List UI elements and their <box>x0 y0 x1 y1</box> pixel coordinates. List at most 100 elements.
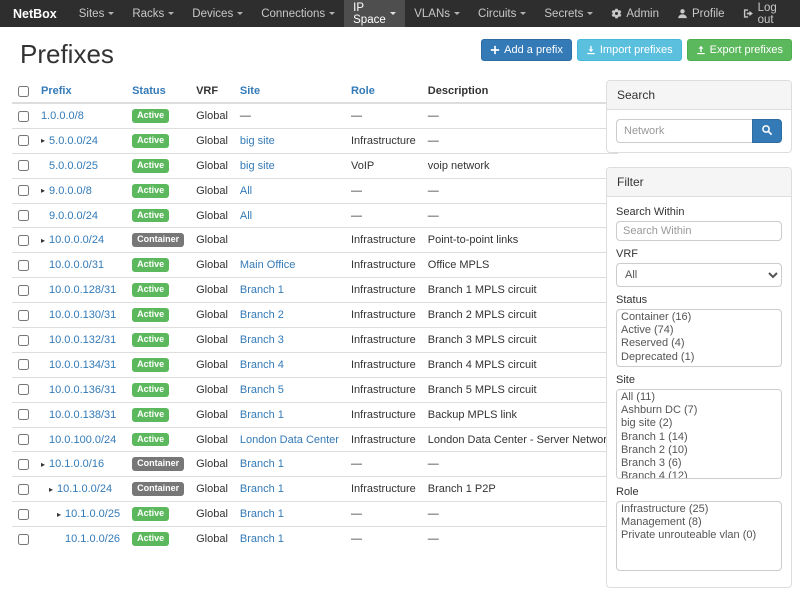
export-prefixes-button[interactable]: Export prefixes <box>687 39 792 61</box>
select-option[interactable]: Reserved (4) <box>618 337 780 350</box>
select-option[interactable]: Management (8) <box>618 516 780 529</box>
select-option[interactable]: All (11) <box>618 391 780 404</box>
site-link[interactable]: Branch 1 <box>240 409 284 421</box>
row-checkbox[interactable] <box>18 509 29 520</box>
site-link[interactable]: All <box>240 210 252 222</box>
nav-item-vlans[interactable]: VLANs <box>405 0 469 27</box>
site-link[interactable]: big site <box>240 160 275 172</box>
table-row: 10.0.0.128/31ActiveGlobalBranch 1Infrast… <box>12 278 618 303</box>
select-option[interactable]: Branch 1 (14) <box>618 431 780 444</box>
column-header-status[interactable]: Status <box>126 80 190 103</box>
nav-profile[interactable]: Profile <box>668 0 734 27</box>
site-link[interactable]: Branch 1 <box>240 458 284 470</box>
prefix-link[interactable]: 5.0.0.0/24 <box>49 135 98 147</box>
status-badge: Active <box>132 159 169 173</box>
site-link[interactable]: Branch 1 <box>240 483 284 495</box>
row-checkbox[interactable] <box>18 484 29 495</box>
prefix-link[interactable]: 10.1.0.0/24 <box>57 483 112 495</box>
select-option[interactable]: Ashburn DC (7) <box>618 404 780 417</box>
prefix-link[interactable]: 10.0.0.0/31 <box>49 259 104 271</box>
select-option[interactable]: Branch 3 (6) <box>618 457 780 470</box>
prefix-link[interactable]: 9.0.0.0/24 <box>49 210 98 222</box>
nav-logout[interactable]: Log out <box>734 0 800 27</box>
row-checkbox[interactable] <box>18 359 29 370</box>
select-option[interactable]: Branch 2 (10) <box>618 444 780 457</box>
vrf-select[interactable]: All <box>616 263 782 287</box>
prefix-link[interactable]: 5.0.0.0/25 <box>49 160 98 172</box>
column-header-role[interactable]: Role <box>345 80 422 103</box>
row-checkbox[interactable] <box>18 434 29 445</box>
site-link[interactable]: Branch 3 <box>240 334 284 346</box>
search-button[interactable] <box>752 119 782 143</box>
chevron-down-icon <box>108 12 114 15</box>
nav-item-ip-space[interactable]: IP Space <box>344 0 405 27</box>
row-checkbox[interactable] <box>18 210 29 221</box>
row-checkbox[interactable] <box>18 409 29 420</box>
prefix-link[interactable]: 10.0.0.136/31 <box>49 384 116 396</box>
prefix-link[interactable]: 10.0.0.130/31 <box>49 309 116 321</box>
prefix-link[interactable]: 9.0.0.0/8 <box>49 185 92 197</box>
row-checkbox[interactable] <box>18 384 29 395</box>
select-option[interactable]: Private unrouteable vlan (0) <box>618 529 780 542</box>
site-link[interactable]: Branch 1 <box>240 508 284 520</box>
expand-caret-icon: ▸ <box>49 485 53 494</box>
site-link[interactable]: Main Office <box>240 259 295 271</box>
nav-item-secrets[interactable]: Secrets <box>535 0 602 27</box>
site-link[interactable]: Branch 5 <box>240 384 284 396</box>
row-checkbox[interactable] <box>18 185 29 196</box>
select-option[interactable]: Active (74) <box>618 324 780 337</box>
row-checkbox[interactable] <box>18 235 29 246</box>
status-badge: Active <box>132 134 169 148</box>
nav-item-racks[interactable]: Racks <box>123 0 183 27</box>
prefix-link[interactable]: 10.1.0.0/25 <box>65 508 120 520</box>
select-option[interactable]: Infrastructure (25) <box>618 503 780 516</box>
add-prefix-button[interactable]: Add a prefix <box>481 39 572 61</box>
column-header-site[interactable]: Site <box>234 80 345 103</box>
prefix-link[interactable]: 10.0.0.132/31 <box>49 334 116 346</box>
nav-item-devices[interactable]: Devices <box>183 0 252 27</box>
search-input[interactable] <box>616 119 752 143</box>
site-link[interactable]: London Data Center <box>240 434 339 446</box>
status-select[interactable]: Container (16)Active (74)Reserved (4)Dep… <box>616 309 782 367</box>
app-brand[interactable]: NetBox <box>0 0 70 27</box>
row-checkbox[interactable] <box>18 135 29 146</box>
site-cell: All <box>234 203 345 228</box>
nav-item-circuits[interactable]: Circuits <box>469 0 535 27</box>
prefix-link[interactable]: 10.0.0.134/31 <box>49 359 116 371</box>
nav-admin[interactable]: Admin <box>602 0 668 27</box>
row-checkbox[interactable] <box>18 111 29 122</box>
prefix-link[interactable]: 10.1.0.0/16 <box>49 458 104 470</box>
site-select[interactable]: All (11)Ashburn DC (7)big site (2)Branch… <box>616 389 782 479</box>
site-link[interactable]: big site <box>240 135 275 147</box>
select-option[interactable]: Deprecated (1) <box>618 351 780 364</box>
site-link[interactable]: Branch 4 <box>240 359 284 371</box>
prefix-link[interactable]: 10.0.0.0/24 <box>49 234 104 246</box>
row-checkbox[interactable] <box>18 160 29 171</box>
row-checkbox[interactable] <box>18 260 29 271</box>
row-checkbox[interactable] <box>18 534 29 545</box>
prefix-link[interactable]: 10.0.0.138/31 <box>49 409 116 421</box>
site-link[interactable]: All <box>240 185 252 197</box>
import-prefixes-button[interactable]: Import prefixes <box>577 39 682 61</box>
table-row: 10.0.100.0/24ActiveGlobalLondon Data Cen… <box>12 427 618 452</box>
site-link[interactable]: Branch 1 <box>240 533 284 545</box>
column-header-prefix[interactable]: Prefix <box>35 80 126 103</box>
toggle-all-checkbox[interactable] <box>18 86 29 97</box>
row-checkbox[interactable] <box>18 285 29 296</box>
prefix-link[interactable]: 1.0.0.0/8 <box>41 110 84 122</box>
row-checkbox[interactable] <box>18 310 29 321</box>
row-checkbox[interactable] <box>18 459 29 470</box>
nav-item-connections[interactable]: Connections <box>252 0 344 27</box>
site-link[interactable]: Branch 1 <box>240 284 284 296</box>
prefix-link[interactable]: 10.0.100.0/24 <box>49 434 116 446</box>
prefix-link[interactable]: 10.0.0.128/31 <box>49 284 116 296</box>
nav-item-sites[interactable]: Sites <box>70 0 124 27</box>
row-checkbox[interactable] <box>18 335 29 346</box>
site-link[interactable]: Branch 2 <box>240 309 284 321</box>
select-option[interactable]: big site (2) <box>618 417 780 430</box>
prefix-link[interactable]: 10.1.0.0/26 <box>65 533 120 545</box>
search-within-input[interactable] <box>616 221 782 241</box>
select-option[interactable]: Container (16) <box>618 311 780 324</box>
role-select[interactable]: Infrastructure (25)Management (8)Private… <box>616 501 782 571</box>
select-option[interactable]: Branch 4 (12) <box>618 470 780 479</box>
